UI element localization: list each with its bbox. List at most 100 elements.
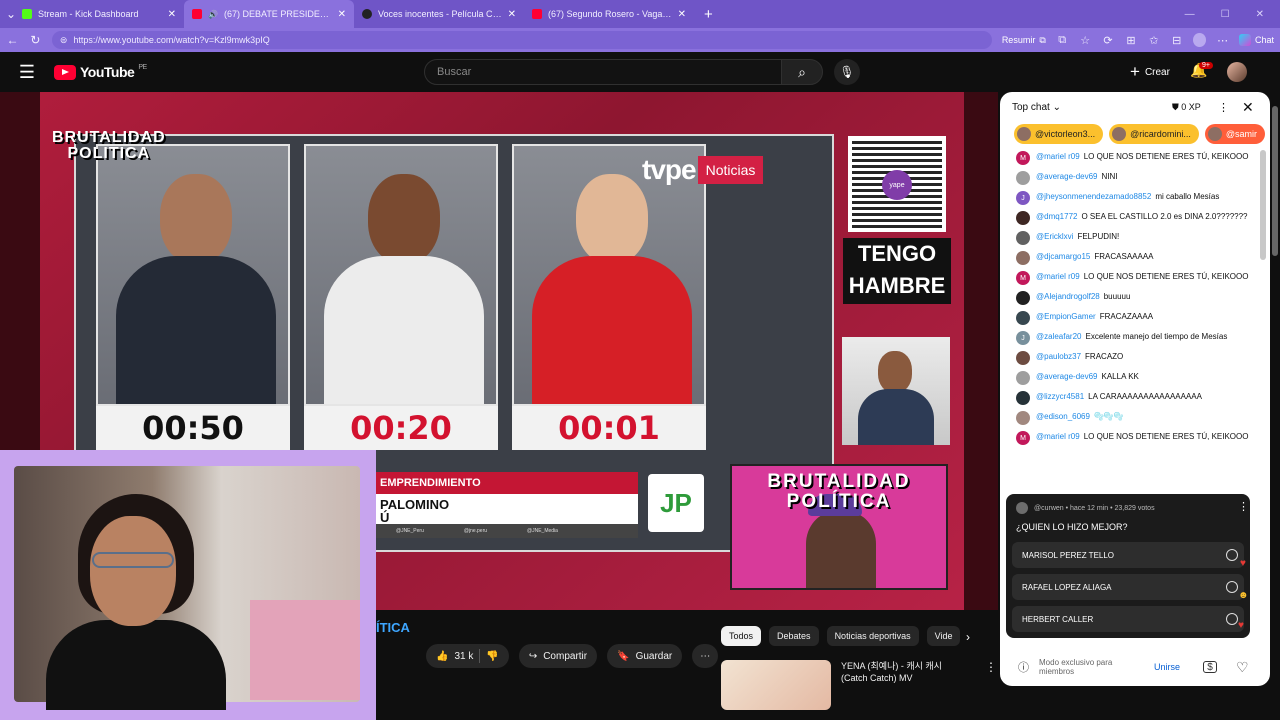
close-tab-icon[interactable]: ✕ xyxy=(508,9,516,20)
pinned-user[interactable]: @samir xyxy=(1204,124,1265,144)
hamburger-menu-icon[interactable]: ☰ xyxy=(0,62,54,83)
poll-options-icon[interactable]: ⋮ xyxy=(1238,500,1249,513)
poll-option[interactable]: HERBERT CALLER xyxy=(1012,606,1244,632)
more-vertical-icon[interactable]: ⋮ xyxy=(985,660,997,710)
search-button[interactable]: ⌕ xyxy=(781,59,823,85)
back-arrow-icon[interactable]: ← xyxy=(6,33,19,47)
chat-message[interactable]: @dmq1772 O SEA EL CASTILLO 2.0 es DINA 2.… xyxy=(1000,208,1262,228)
avatar[interactable] xyxy=(1016,411,1030,425)
save-button[interactable]: 🔖 Guardar xyxy=(607,644,683,668)
video-title[interactable]: ÍTICA xyxy=(376,620,410,635)
chat-username[interactable]: @jheysonmenendezamado8852 xyxy=(1036,192,1151,201)
account-avatar[interactable] xyxy=(1227,62,1247,82)
chip-noticias-deportivas[interactable]: Noticias deportivas xyxy=(826,626,919,646)
avatar[interactable] xyxy=(1016,311,1030,325)
chat-username[interactable]: @edison_6069 xyxy=(1036,412,1090,421)
avatar[interactable]: M xyxy=(1016,431,1030,445)
site-info-icon[interactable]: ⊜ xyxy=(60,35,68,46)
chat-message[interactable]: M @mariel r09 LO QUE NOS DETIENE ERES TÚ, … xyxy=(1000,148,1262,168)
reload-icon[interactable]: ↻ xyxy=(29,33,42,47)
chat-username[interactable]: @lizzycr4581 xyxy=(1036,392,1084,401)
more-options-icon[interactable]: ⋯ xyxy=(1216,34,1229,47)
avatar[interactable] xyxy=(1016,211,1030,225)
recommended-thumbnail[interactable] xyxy=(721,660,831,710)
chat-message[interactable]: @lizzycr4581 LA CARAAAAAAAAAAAAAAAA xyxy=(1000,388,1262,408)
xp-counter[interactable]: ⛊ 0 XP xyxy=(1172,102,1201,113)
chat-message[interactable]: M @mariel r09 LO QUE NOS DETIENE ERES TÚ, … xyxy=(1000,268,1262,288)
chat-message[interactable]: M @mariel r09 LO QUE NOS DETIENE ERES TÚ, … xyxy=(1000,428,1262,448)
avatar[interactable]: J xyxy=(1016,331,1030,345)
extensions-icon[interactable]: ⧉ xyxy=(1056,34,1069,47)
avatar[interactable]: M xyxy=(1016,271,1030,285)
dislike-icon[interactable]: 👎 xyxy=(486,651,498,662)
chip-videos[interactable]: Vide xyxy=(926,626,961,646)
avatar[interactable] xyxy=(1016,351,1030,365)
create-button[interactable]: + Crear xyxy=(1120,60,1180,84)
avatar[interactable] xyxy=(1016,171,1030,185)
heart-icon[interactable]: ♡ xyxy=(1236,659,1249,676)
chat-message[interactable]: @paulobz37 FRACAZO xyxy=(1000,348,1262,368)
minimize-icon[interactable]: — xyxy=(1185,9,1195,20)
close-icon[interactable]: ✕ xyxy=(1242,99,1254,116)
favorites-icon[interactable]: ✩ xyxy=(1147,34,1160,47)
like-count[interactable]: 31 k xyxy=(454,651,473,662)
chat-username[interactable]: @Alejandrogolf28 xyxy=(1036,292,1100,301)
avatar[interactable] xyxy=(1016,251,1030,265)
chat-message[interactable]: J @jheysonmenendezamado8852 mi caballo Mes… xyxy=(1000,188,1262,208)
close-window-icon[interactable]: ✕ xyxy=(1256,9,1264,20)
join-button[interactable]: Unirse xyxy=(1154,662,1180,672)
voice-search-button[interactable]: 🎙 xyxy=(834,59,860,85)
pinned-user[interactable]: @ricardomini... xyxy=(1109,124,1199,144)
resumir-button[interactable]: Resumir ⧉ xyxy=(1002,35,1046,46)
scroll-thumb[interactable] xyxy=(1272,106,1278,256)
refresh-split-icon[interactable]: ⟳ xyxy=(1102,34,1115,47)
chip-todos[interactable]: Todos xyxy=(721,626,762,646)
chat-username[interactable]: @djcamargo15 xyxy=(1036,252,1090,261)
poll-option[interactable]: MARISOL PEREZ TELLO xyxy=(1012,542,1244,568)
split-screen-icon[interactable]: ⊞ xyxy=(1124,34,1137,47)
chat-mode-dropdown[interactable]: Top chat ⌄ xyxy=(1012,102,1061,113)
more-actions-button[interactable]: ⋯ xyxy=(692,644,719,668)
chat-message[interactable]: @Alejandrogolf28 buuuuu xyxy=(1000,288,1262,308)
super-chat-icon[interactable]: $ xyxy=(1203,661,1217,673)
new-tab-button[interactable]: + xyxy=(694,6,723,23)
chat-message[interactable]: @EmpionGamer FRACAZAAAA xyxy=(1000,308,1262,328)
browser-tab-rosero[interactable]: (67) Segundo Rosero - Vagabund ✕ xyxy=(524,0,694,28)
browser-tab-debate[interactable]: 🔊 (67) DEBATE PRESIDENCIAL 2 ✕ xyxy=(184,0,354,28)
speaker-icon[interactable]: 🔊 xyxy=(208,10,218,19)
profile-avatar[interactable] xyxy=(1193,33,1207,47)
page-scrollbar[interactable] xyxy=(1270,92,1280,720)
chat-options-icon[interactable]: ⋮ xyxy=(1218,101,1229,114)
chat-username[interactable]: @Ericklxvi xyxy=(1036,232,1073,241)
avatar[interactable]: J xyxy=(1016,191,1030,205)
chat-username[interactable]: @zaleafar20 xyxy=(1036,332,1081,341)
tab-list-chevron-icon[interactable]: ⌄ xyxy=(0,7,16,21)
chat-username[interactable]: @mariel r09 xyxy=(1036,272,1080,281)
like-icon[interactable]: 👍 xyxy=(436,651,448,662)
chat-scrollbar[interactable] xyxy=(1260,150,1266,260)
youtube-logo[interactable]: YouTube PE xyxy=(54,64,147,80)
avatar[interactable]: M xyxy=(1016,151,1030,165)
chip-debates[interactable]: Debates xyxy=(769,626,819,646)
info-icon[interactable]: ⓘ xyxy=(1018,659,1029,675)
close-tab-icon[interactable]: ✕ xyxy=(168,9,176,20)
avatar[interactable] xyxy=(1016,371,1030,385)
poll-option[interactable]: RAFAEL LOPEZ ALIAGA xyxy=(1012,574,1244,600)
search-input[interactable]: Buscar xyxy=(424,59,782,85)
chat-message[interactable]: @average-dev69 NINI xyxy=(1000,168,1262,188)
browser-tab-voces[interactable]: Voces inocentes - Película Comple ✕ xyxy=(354,0,524,28)
avatar[interactable] xyxy=(1016,391,1030,405)
share-button[interactable]: ↪ Compartir xyxy=(518,644,598,668)
collections-icon[interactable]: ⊟ xyxy=(1170,34,1183,47)
chat-username[interactable]: @EmpionGamer xyxy=(1036,312,1096,321)
maximize-icon[interactable]: ☐ xyxy=(1221,9,1230,20)
chat-username[interactable]: @dmq1772 xyxy=(1036,212,1077,221)
chat-username[interactable]: @average-dev69 xyxy=(1036,172,1098,181)
recommended-title[interactable]: YENA (최예나) - 캐시 캐시 (Catch Catch) MV xyxy=(841,660,961,710)
chat-message[interactable]: @djcamargo15 FRACASAAAAA xyxy=(1000,248,1262,268)
chat-message[interactable]: @edison_6069 🫧🫧🫧 xyxy=(1000,408,1262,428)
close-tab-icon[interactable]: ✕ xyxy=(678,9,686,20)
avatar[interactable] xyxy=(1016,291,1030,305)
recommended-video[interactable]: YENA (최예나) - 캐시 캐시 (Catch Catch) MV ⋮ xyxy=(721,660,997,710)
chat-username[interactable]: @mariel r09 xyxy=(1036,152,1080,161)
